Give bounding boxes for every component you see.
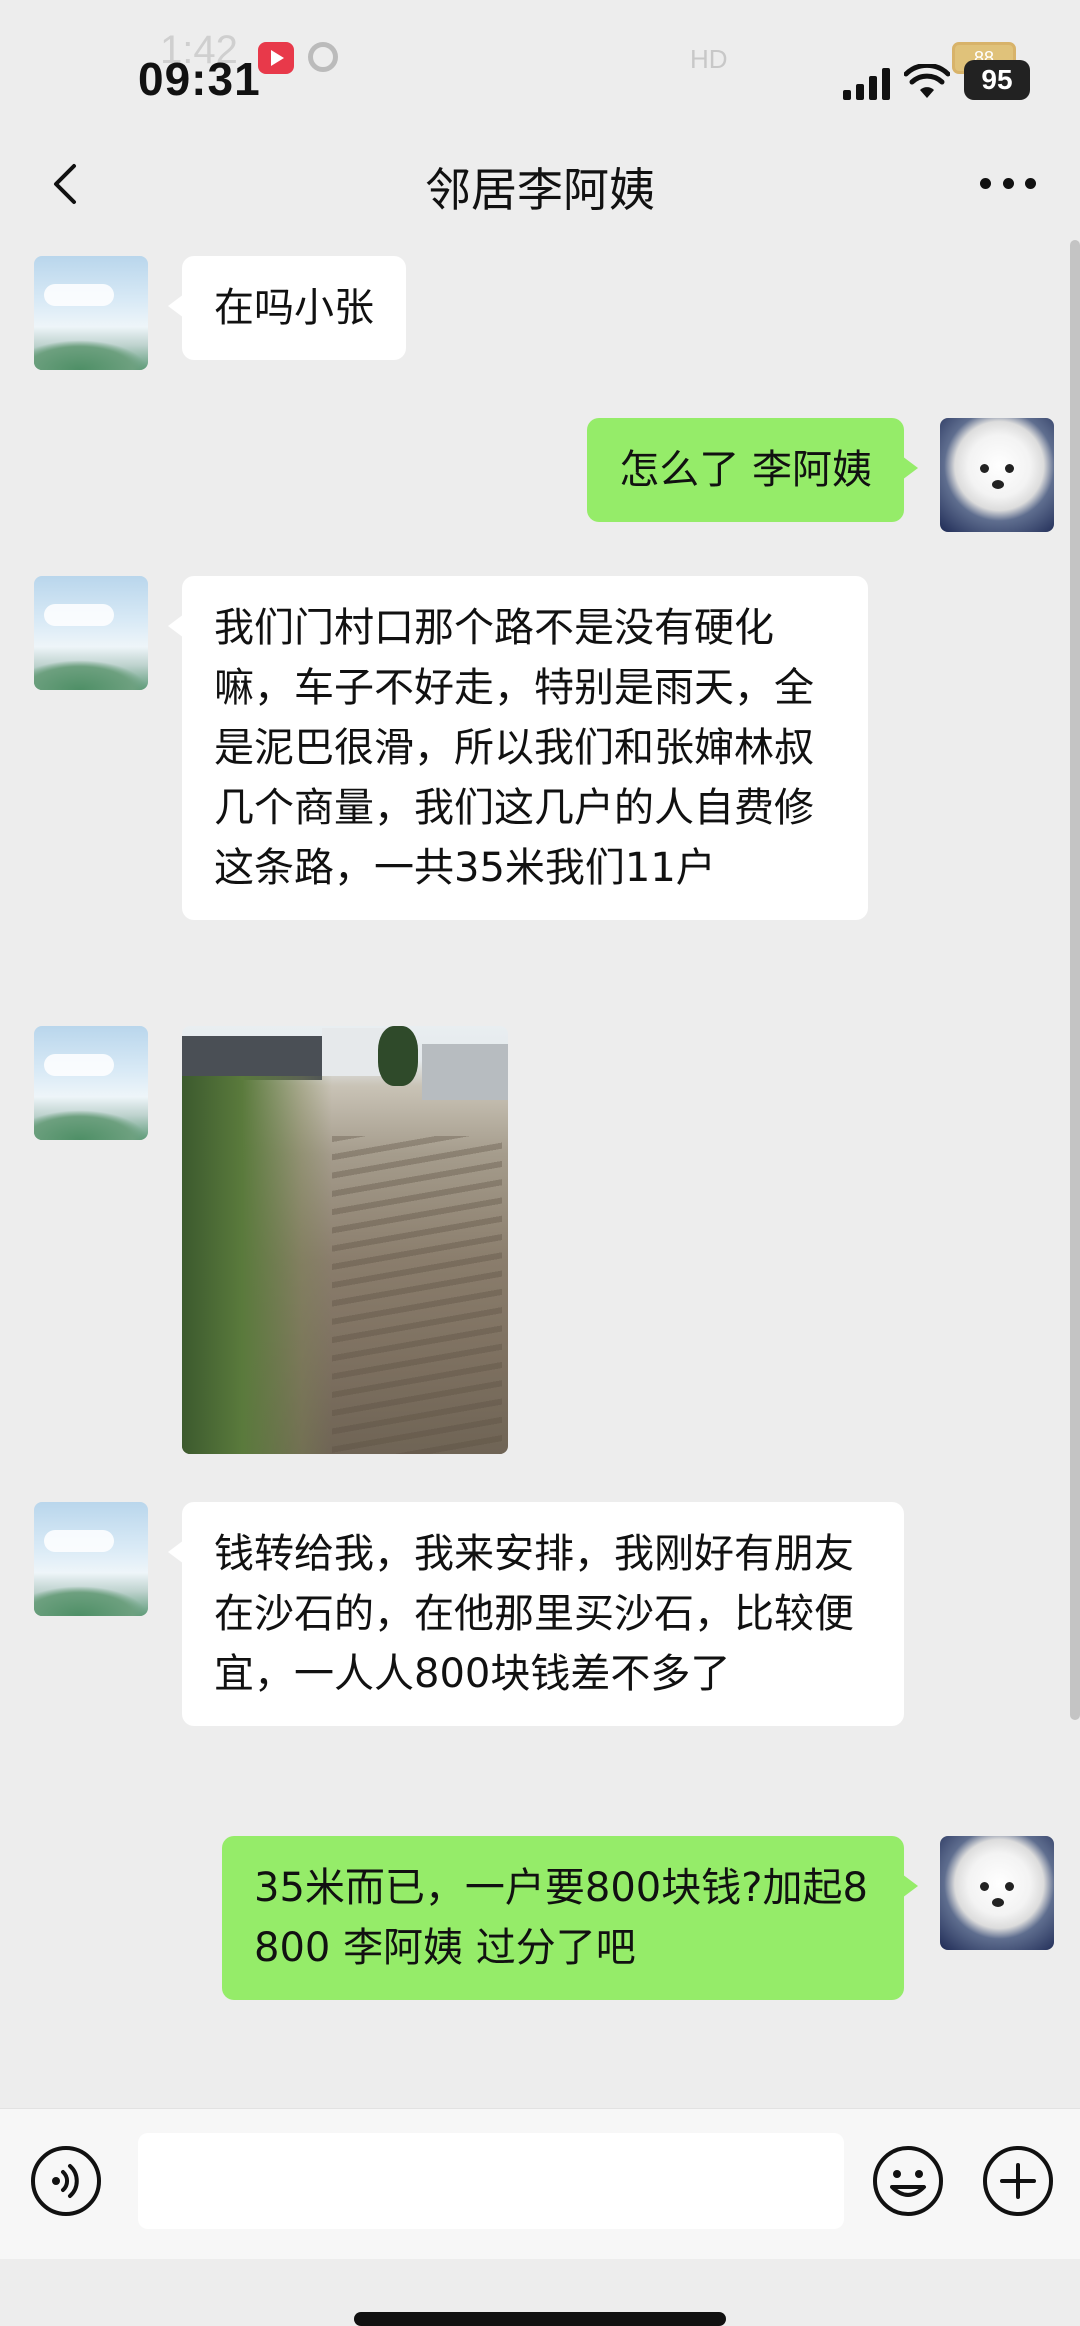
scrollbar-thumb[interactable] xyxy=(1070,240,1080,1720)
nav-bar: 邻居李阿姨 xyxy=(0,140,1080,228)
contact-avatar[interactable] xyxy=(34,1026,148,1140)
emoji-icon[interactable] xyxy=(872,2145,944,2217)
my-avatar[interactable] xyxy=(940,1836,1054,1950)
contact-avatar[interactable] xyxy=(34,576,148,690)
home-indicator[interactable] xyxy=(354,2312,726,2326)
scrollbar[interactable] xyxy=(1070,240,1080,1720)
more-dots-icon[interactable] xyxy=(980,178,1036,192)
status-time: 09:31 xyxy=(138,53,261,105)
road-photo-message[interactable] xyxy=(182,1026,508,1454)
app-notification-icon xyxy=(308,42,338,72)
message-input[interactable] xyxy=(138,2133,844,2229)
wifi-icon xyxy=(903,62,951,100)
contact-avatar[interactable] xyxy=(34,1502,148,1616)
status-bar: 1:42 09:31 HD 88 95 xyxy=(0,0,1080,150)
input-bar xyxy=(0,2108,1080,2259)
chat-title: 邻居李阿姨 xyxy=(425,163,655,217)
voice-icon[interactable] xyxy=(30,2145,102,2217)
plus-icon[interactable] xyxy=(982,2145,1054,2217)
video-app-icon xyxy=(258,42,294,74)
incoming-message[interactable]: 在吗小张 xyxy=(168,256,406,360)
battery-icon: 95 xyxy=(964,60,1030,100)
contact-avatar[interactable] xyxy=(34,256,148,370)
outgoing-message[interactable]: 35米而已，一户要800块钱?加起8800 李阿姨 过分了吧 xyxy=(222,1836,918,2000)
incoming-message[interactable]: 钱转给我，我来安排，我刚好有朋友在沙石的，在他那里买沙石，比较便宜，一人人800… xyxy=(168,1502,904,1726)
status-right-group: 95 xyxy=(843,40,1030,100)
outgoing-message[interactable]: 怎么了 李阿姨 xyxy=(587,418,918,522)
hd-indicator: HD xyxy=(690,44,728,74)
incoming-message[interactable]: 我们门村口那个路不是没有硬化嘛，车子不好走，特别是雨天，全是泥巴很滑，所以我们和… xyxy=(168,576,868,920)
my-avatar[interactable] xyxy=(940,418,1054,532)
signal-icon xyxy=(843,64,890,100)
